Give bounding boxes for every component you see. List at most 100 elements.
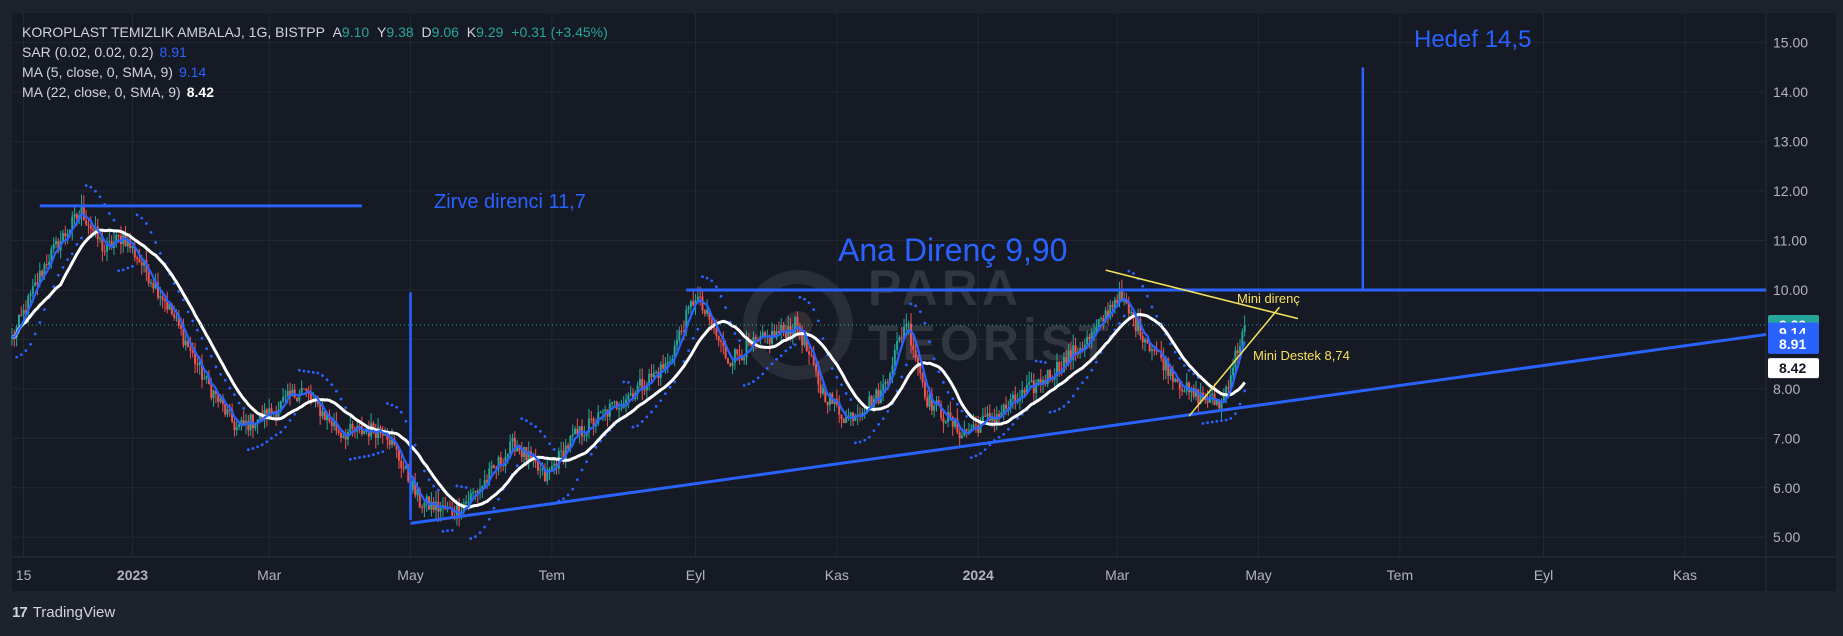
candle-body <box>75 214 78 219</box>
sar-dot <box>705 276 709 280</box>
sar-dot <box>325 378 329 382</box>
symbol-name[interactable]: KOROPLAST TEMIZLIK AMBALAJ, 1G, BISTPP <box>22 24 325 40</box>
legend-ma22-row[interactable]: MA (22, close, 0, SMA, 9) 8.42 <box>22 82 608 102</box>
sar-dot <box>450 528 454 532</box>
sar-dot <box>107 212 111 215</box>
sar-dot <box>636 424 640 428</box>
time-tick-label: Eyl <box>686 567 705 583</box>
price-tick-label: 14.00 <box>1773 84 1808 100</box>
candle-body <box>1236 350 1239 354</box>
sar-dot <box>765 366 769 370</box>
candle-body <box>550 465 553 470</box>
sar-dot <box>881 417 885 421</box>
mini-destek-label[interactable]: Mini Destek 8,74 <box>1253 348 1350 363</box>
candle-body <box>363 431 366 435</box>
sar-dot <box>251 447 255 450</box>
price-label-text: 8.91 <box>1779 336 1806 352</box>
sar-dot <box>1006 427 1010 431</box>
sar-dot <box>1169 342 1172 346</box>
sar-dot <box>321 374 324 377</box>
close-value: 9.29 <box>476 24 504 40</box>
candle-body <box>729 363 732 366</box>
candle-body <box>189 347 192 351</box>
sar-dot <box>886 409 890 413</box>
candle-body <box>567 445 570 449</box>
candle-body <box>599 411 602 413</box>
sar-dot <box>117 269 120 273</box>
sar-dot <box>376 451 380 455</box>
sar-dot <box>474 535 477 538</box>
sar-dot <box>1076 387 1080 391</box>
candle-body <box>998 414 1001 417</box>
sar-dot <box>29 342 32 346</box>
time-tick-label: Kas <box>1673 567 1697 583</box>
sar-dot <box>1183 364 1186 367</box>
sar-dot <box>844 392 848 395</box>
legend-symbol-row[interactable]: KOROPLAST TEMIZLIK AMBALAJ, 1G, BISTPP A… <box>22 22 608 42</box>
sar-dot <box>1243 389 1247 393</box>
sar-dot <box>724 306 728 309</box>
candle-body <box>761 332 764 337</box>
tradingview-name: TradingView <box>32 604 116 621</box>
candle-body <box>898 337 901 342</box>
time-tick-label: May <box>1245 567 1271 583</box>
tradingview-brand[interactable]: 17 TradingView <box>12 604 115 621</box>
sar-dot <box>144 222 148 225</box>
candle-body <box>926 397 929 407</box>
candle-body <box>196 363 199 366</box>
legend-ma5-row[interactable]: MA (5, close, 0, SMA, 9) 9.14 <box>22 62 608 82</box>
candle-body <box>821 387 824 394</box>
sar-dot <box>835 375 839 379</box>
candle-body <box>1086 336 1089 345</box>
sar-dot <box>200 336 204 340</box>
tradingview-logo-icon: 17 <box>12 604 28 621</box>
price-tick-label: 6.00 <box>1773 480 1800 496</box>
sar-dot <box>664 392 667 396</box>
candle-body <box>933 405 936 411</box>
candle-body <box>574 428 577 435</box>
sar-dot <box>367 454 371 458</box>
price-label-text: 8.42 <box>1779 360 1806 376</box>
candle-body <box>849 412 852 416</box>
legend-sar-row[interactable]: SAR (0.02, 0.02, 0.2) 8.91 <box>22 42 608 62</box>
sar-dot <box>858 440 862 444</box>
sar-dot <box>761 372 765 376</box>
sar-dot <box>344 406 348 410</box>
candle-body <box>720 340 723 342</box>
candle-body <box>184 340 187 346</box>
candle-body <box>41 271 44 277</box>
sar-dot <box>390 403 394 407</box>
hedef-label[interactable]: Hedef 14,5 <box>1414 26 1531 53</box>
zirve-direnci-label[interactable]: Zirve direnci 11,7 <box>434 191 586 213</box>
sar-dot <box>1132 272 1135 275</box>
ana-direnc-label[interactable]: Ana Direnç 9,90 <box>838 232 1067 268</box>
candle-body <box>782 324 785 332</box>
price-tick-label: 7.00 <box>1773 430 1800 446</box>
candle-body <box>474 490 477 493</box>
open-key: A <box>332 24 342 40</box>
price-tick-label: 10.00 <box>1773 282 1808 298</box>
sar-dot <box>1233 412 1237 416</box>
sar-dot <box>775 357 779 361</box>
sar-dot <box>43 308 46 312</box>
candle-body <box>1232 367 1235 376</box>
mini-direnc-label[interactable]: Mini direnç <box>1237 291 1300 306</box>
sar-dot <box>395 405 399 409</box>
candle-body <box>1014 394 1017 402</box>
low-value: 9.06 <box>431 24 459 40</box>
candle-body <box>553 463 556 466</box>
sar-label: SAR (0.02, 0.02, 0.2) <box>22 44 154 60</box>
sar-dot <box>316 371 320 375</box>
candle-body <box>388 439 391 445</box>
price-tick-label: 13.00 <box>1773 134 1808 150</box>
time-axis-area[interactable] <box>12 557 1836 591</box>
candle-body <box>205 375 208 379</box>
candle-body <box>284 396 287 398</box>
candle-body <box>1130 311 1133 314</box>
sar-dot <box>348 457 352 461</box>
candle-body <box>82 205 85 221</box>
candle-body <box>89 225 92 229</box>
candle-body <box>55 241 58 244</box>
sar-dot <box>112 218 116 222</box>
candle-body <box>652 372 655 377</box>
